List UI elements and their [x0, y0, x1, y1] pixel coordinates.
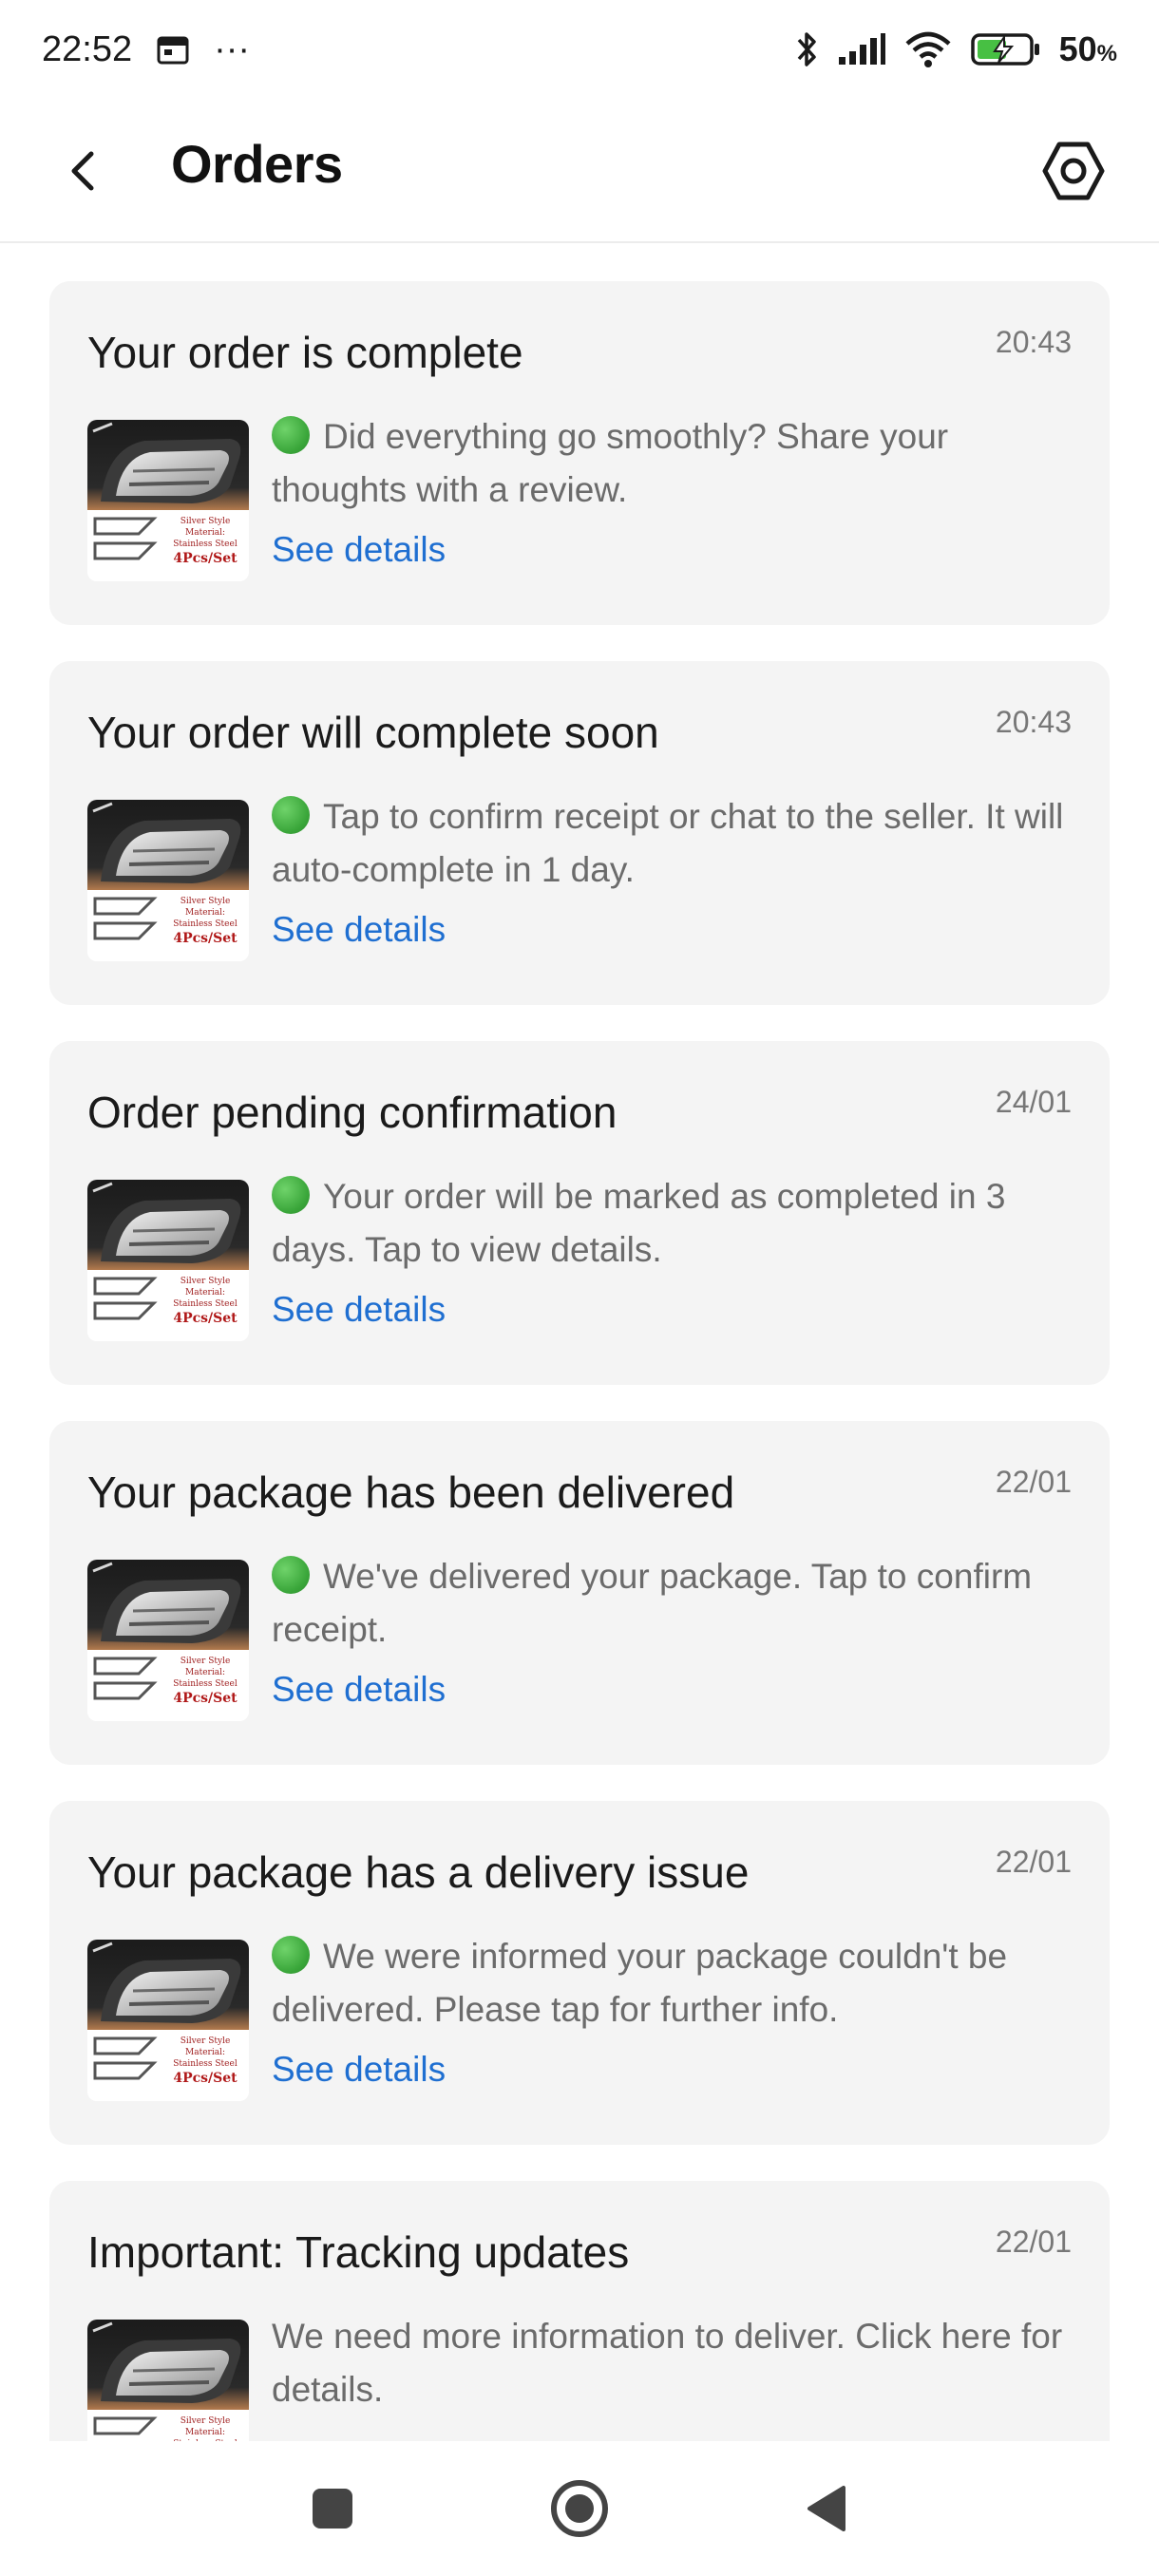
product-thumbnail: Silver Style Material: Stainless Steel 4Pcs… — [87, 1940, 249, 2101]
product-image: Silver Style Material:Stainless Steel 4Pcs… — [87, 800, 249, 961]
svg-text:4Pcs/Set: 4Pcs/Set — [173, 1691, 238, 1706]
product-thumbnail: Silver StyleMaterial:Stainless Steel4Pcs… — [87, 2320, 249, 2441]
see-details-link[interactable]: See details — [272, 910, 446, 950]
see-details-link[interactable]: See details — [272, 1290, 446, 1330]
order-card[interactable]: Your package has a delivery issue 22/01 … — [49, 1801, 1110, 2145]
order-title: Your package has a delivery issue — [87, 1847, 750, 1897]
svg-text:Stainless Steel: Stainless Steel — [173, 1299, 238, 1309]
svg-text:Material:: Material: — [185, 528, 225, 538]
svg-text:Stainless Steel: Stainless Steel — [173, 2059, 238, 2069]
product-image: Silver Style Material: Stainless Steel 4Pcs… — [87, 420, 249, 581]
back-button[interactable] — [53, 141, 114, 201]
product-image: Silver Style Material: Stainless Steel 4Pcs… — [87, 1560, 249, 1721]
home-icon — [551, 2480, 608, 2537]
product-thumbnail: Silver Style Material:Stainless Steel 4Pcs… — [87, 800, 249, 961]
see-details-link[interactable]: See details — [272, 530, 446, 570]
recent-apps-button[interactable] — [294, 2471, 370, 2547]
signal-icon — [837, 32, 886, 66]
svg-text:Material:: Material: — [185, 2428, 225, 2437]
svg-text:Stainless Steel: Stainless Steel — [173, 919, 238, 929]
system-back-button[interactable] — [788, 2471, 864, 2547]
svg-text:4Pcs/Set: 4Pcs/Set — [173, 1311, 238, 1326]
product-image: Silver Style Material: Stainless Steel 4Pcs… — [87, 1940, 249, 2101]
product-image: Silver StyleMaterial:Stainless Steel4Pcs… — [87, 2320, 249, 2441]
calendar-icon — [157, 34, 189, 65]
order-time: 22/01 — [995, 1465, 1072, 1499]
order-message: We need more information to deliver. Cli… — [272, 2317, 1063, 2409]
order-message: Tap to confirm receipt or chat to the se… — [272, 796, 1064, 889]
bluetooth-icon — [795, 28, 820, 70]
order-time: 24/01 — [995, 1085, 1072, 1119]
order-time: 20:43 — [995, 705, 1072, 739]
svg-text:Material:: Material: — [185, 1668, 225, 1677]
order-card[interactable]: Your package has been delivered 22/01 Si… — [49, 1421, 1110, 1765]
svg-text:Material:: Material: — [185, 1288, 225, 1297]
status-time: 22:52 — [42, 28, 133, 69]
wifi-icon — [903, 30, 953, 68]
order-time: 22/01 — [995, 2225, 1072, 2259]
svg-text:Silver Style: Silver Style — [180, 1277, 231, 1286]
see-details-link[interactable]: See details — [272, 2050, 446, 2090]
order-time: 22/01 — [995, 1845, 1072, 1879]
order-card[interactable]: Important: Tracking updates 22/01 Silver… — [49, 2181, 1110, 2441]
svg-text:4Pcs/Set: 4Pcs/Set — [173, 2071, 238, 2086]
order-title: Your order will complete soon — [87, 708, 659, 757]
svg-text:Material:: Material: — [185, 908, 225, 918]
svg-text:Stainless Steel: Stainless Steel — [173, 1679, 238, 1689]
battery-charging-icon — [970, 31, 1042, 67]
order-title: Order pending confirmation — [87, 1088, 618, 1137]
svg-text:Silver Style: Silver Style — [180, 2416, 231, 2426]
status-right: 50% — [795, 28, 1117, 70]
order-message: Did everything go smoothly? Share your t… — [272, 416, 949, 509]
svg-text:Stainless Steel: Stainless Steel — [173, 540, 238, 549]
product-thumbnail: Silver Style Material: Stainless Steel 4Pcs… — [87, 420, 249, 581]
status-bar: 22:52 ··· 50% — [0, 0, 1159, 99]
back-arrow-icon — [71, 151, 94, 191]
order-message: We were informed your package couldn't b… — [272, 1936, 1008, 2029]
product-thumbnail: Silver Style Material: Stainless Steel 4Pcs… — [87, 1180, 249, 1341]
back-icon — [808, 2486, 846, 2531]
header: Orders — [0, 99, 1159, 243]
battery-level: 50% — [1058, 29, 1117, 68]
navigation-bar — [0, 2441, 1159, 2576]
svg-text:Silver Style: Silver Style — [180, 517, 231, 526]
svg-text:4Pcs/Set: 4Pcs/Set — [173, 931, 238, 946]
green-circle-icon — [272, 1936, 310, 1974]
order-message: We've delivered your package. Tap to con… — [272, 1556, 1033, 1649]
home-button[interactable] — [542, 2471, 618, 2547]
status-left: 22:52 ··· — [42, 29, 250, 70]
order-message: Your order will be marked as completed i… — [272, 1176, 1006, 1269]
settings-button[interactable] — [1036, 133, 1112, 209]
green-circle-icon — [272, 416, 310, 454]
order-title: Your order is complete — [87, 328, 523, 377]
svg-text:Silver Style: Silver Style — [180, 897, 231, 906]
product-thumbnail: Silver Style Material: Stainless Steel 4Pcs… — [87, 1560, 249, 1721]
green-circle-icon — [272, 1556, 310, 1594]
settings-icon — [1042, 142, 1105, 200]
recent-apps-icon — [313, 2489, 352, 2529]
product-image: Silver Style Material: Stainless Steel 4Pcs… — [87, 1180, 249, 1341]
order-card[interactable]: Your order is complete 20:43 Silver Styl… — [49, 281, 1110, 625]
svg-text:Material:: Material: — [185, 2048, 225, 2057]
page-title: Orders — [171, 134, 343, 194]
svg-text:4Pcs/Set: 4Pcs/Set — [173, 551, 238, 566]
see-details-link[interactable]: See details — [272, 1670, 446, 1710]
order-time: 20:43 — [995, 325, 1072, 359]
orders-list[interactable]: Your order is complete 20:43 Silver Styl… — [0, 245, 1159, 2441]
status-more: ··· — [214, 28, 251, 69]
order-card[interactable]: Order pending confirmation 24/01 Silver … — [49, 1041, 1110, 1385]
order-title: Important: Tracking updates — [87, 2227, 630, 2277]
green-circle-icon — [272, 796, 310, 834]
green-circle-icon — [272, 1176, 310, 1214]
order-title: Your package has been delivered — [87, 1468, 735, 1517]
svg-text:Silver Style: Silver Style — [180, 1657, 231, 1666]
svg-text:Silver Style: Silver Style — [180, 2036, 231, 2046]
order-card[interactable]: Your order will complete soon 20:43 Silv… — [49, 661, 1110, 1005]
